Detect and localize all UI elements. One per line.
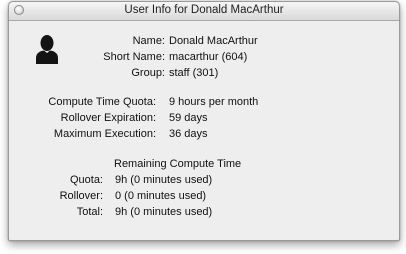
- group-value: staff (301): [169, 67, 219, 79]
- group-row: Group: staff (301): [9, 67, 399, 81]
- title-bar[interactable]: User Info for Donald MacArthur: [9, 2, 399, 21]
- remaining-heading: Remaining Compute Time: [114, 158, 242, 170]
- remaining-total-label: Total:: [76, 206, 103, 218]
- compute-quota-row: Compute Time Quota: 9 hours per month: [9, 96, 399, 110]
- remaining-total-row: Total: 9h (0 minutes used): [9, 206, 399, 220]
- short-name-label: Short Name:: [103, 51, 165, 63]
- compute-quota-value: 9 hours per month: [169, 96, 259, 108]
- user-info-window: User Info for Donald MacArthur Name: Don…: [8, 1, 400, 241]
- max-execution-label: Maximum Execution:: [53, 128, 156, 140]
- group-label: Group:: [131, 67, 165, 79]
- name-value: Donald MacArthur: [169, 35, 258, 47]
- screenshot-background: User Info for Donald MacArthur Name: Don…: [0, 0, 406, 254]
- remaining-quota-value: 9h (0 minutes used): [115, 174, 213, 186]
- max-execution-value: 36 days: [169, 128, 208, 140]
- compute-quota-label: Compute Time Quota:: [48, 96, 156, 108]
- remaining-quota-row: Quota: 9h (0 minutes used): [9, 174, 399, 188]
- remaining-rollover-label: Rollover:: [59, 190, 103, 202]
- remaining-total-value: 9h (0 minutes used): [115, 206, 213, 218]
- name-label: Name:: [132, 35, 165, 47]
- rollover-expiration-value: 59 days: [169, 112, 208, 124]
- remaining-quota-label: Quota:: [69, 174, 103, 186]
- short-name-row: Short Name: macarthur (604): [9, 51, 399, 65]
- remaining-rollover-value: 0 (0 minutes used): [115, 190, 207, 202]
- max-execution-row: Maximum Execution: 36 days: [9, 128, 399, 142]
- window-title: User Info for Donald MacArthur: [124, 4, 284, 16]
- remaining-rollover-row: Rollover: 0 (0 minutes used): [9, 190, 399, 204]
- rollover-expiration-label: Rollover Expiration:: [60, 112, 156, 124]
- name-row: Name: Donald MacArthur: [9, 35, 399, 49]
- short-name-value: macarthur (604): [169, 51, 248, 63]
- window-content: Name: Donald MacArthur Short Name: macar…: [9, 21, 399, 240]
- rollover-expiration-row: Rollover Expiration: 59 days: [9, 112, 399, 126]
